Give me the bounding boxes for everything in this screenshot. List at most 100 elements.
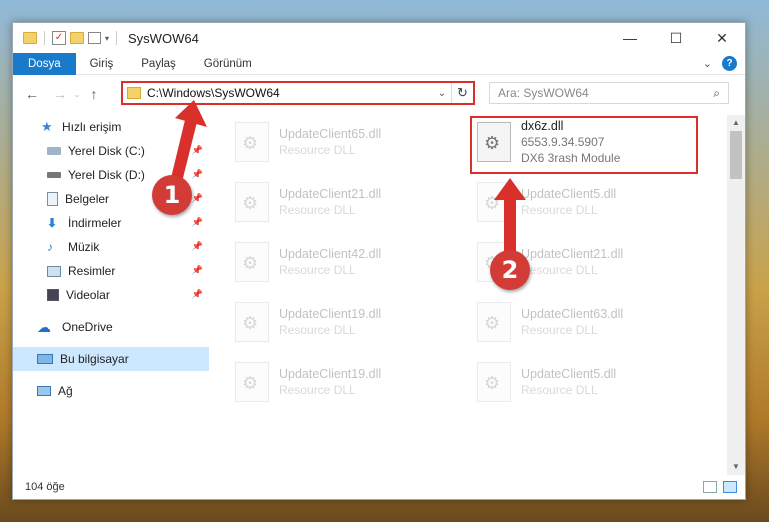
sidebar-item-label: İndirmeler <box>68 216 122 230</box>
qat-dropdown-icon[interactable]: ▾ <box>105 34 109 43</box>
sidebar-item-music[interactable]: ♪ Müzik 📌 <box>13 235 209 259</box>
dll-file-icon <box>235 362 269 402</box>
tab-file[interactable]: Dosya <box>13 52 76 75</box>
pin-icon[interactable]: 📌 <box>192 241 203 252</box>
refresh-button[interactable]: ↻ <box>451 83 473 103</box>
scroll-thumb[interactable] <box>730 131 742 179</box>
close-button[interactable]: ✕ <box>699 23 745 53</box>
folder-icon <box>127 87 141 99</box>
explorer-window: ✓ ▾ SysWOW64 — ☐ ✕ Dosya Giriş Paylaş Gö… <box>12 22 746 500</box>
music-icon: ♪ <box>47 240 53 254</box>
new-folder-icon[interactable] <box>70 32 84 44</box>
ribbon-tabs: Dosya Giriş Paylaş Görünüm ⌄ ? <box>13 52 745 75</box>
file-list: UpdateClient65.dllResource DLL UpdateCli… <box>211 115 724 475</box>
dll-file-icon <box>235 302 269 342</box>
highlight-box <box>470 116 698 174</box>
navigation-pane: ★ Hızlı erişim Yerel Disk (C:) 📌 Yerel D… <box>13 115 209 475</box>
tab-home[interactable]: Giriş <box>76 53 128 75</box>
documents-icon <box>47 192 58 206</box>
address-path[interactable]: C:\Windows\SysWOW64 <box>147 86 433 100</box>
window-controls: — ☐ ✕ <box>607 23 745 53</box>
list-item[interactable]: UpdateClient5.dllResource DLL <box>471 177 701 227</box>
dll-file-icon <box>235 182 269 222</box>
network-icon <box>37 386 51 396</box>
cloud-icon: ☁ <box>37 319 51 335</box>
pin-icon[interactable]: 📌 <box>192 193 203 204</box>
computer-icon <box>37 354 53 364</box>
search-icon[interactable]: ⌕ <box>713 86 720 101</box>
sidebar-item-quick-access[interactable]: ★ Hızlı erişim <box>13 115 209 139</box>
dll-file-icon <box>477 362 511 402</box>
sidebar-item-label: Yerel Disk (C:) <box>68 144 145 158</box>
up-button[interactable]: ↑ <box>83 86 105 102</box>
download-icon: ⬇ <box>47 216 58 230</box>
search-placeholder: Ara: SysWOW64 <box>498 86 589 100</box>
sidebar-item-onedrive[interactable]: ☁ OneDrive <box>13 315 209 339</box>
sidebar-item-videos[interactable]: Videolar 📌 <box>13 283 209 307</box>
customize-icon[interactable] <box>88 32 101 44</box>
pin-icon[interactable]: 📌 <box>192 265 203 276</box>
list-item[interactable]: UpdateClient42.dllResource DLL <box>229 237 459 287</box>
title-bar: ✓ ▾ SysWOW64 — ☐ ✕ <box>13 23 745 53</box>
navigation-bar: ← → ⌄ ↑ C:\Windows\SysWOW64 ⌄ ↻ Ara: Sys… <box>13 78 745 110</box>
annotation-badge-1: 1 <box>152 175 192 215</box>
vertical-scrollbar[interactable]: ▲ ▼ <box>727 115 745 475</box>
recent-dropdown-icon[interactable]: ⌄ <box>71 90 83 99</box>
tab-share[interactable]: Paylaş <box>127 53 190 75</box>
sidebar-item-label: Belgeler <box>65 192 110 206</box>
sidebar-item-this-pc[interactable]: Bu bilgisayar <box>13 347 209 371</box>
dll-file-icon <box>235 242 269 282</box>
tiles-view-icon[interactable] <box>723 481 737 493</box>
item-count: 104 öğe <box>25 481 65 493</box>
pictures-icon <box>47 265 61 277</box>
sidebar-item-downloads[interactable]: ⬇ İndirmeler 📌 <box>13 211 209 235</box>
sidebar-item-label: Hızlı erişim <box>62 120 122 134</box>
dll-file-icon <box>477 302 511 342</box>
drive-icon <box>47 172 61 178</box>
sidebar-item-label: Yerel Disk (D:) <box>68 168 145 182</box>
sidebar-item-label: Videolar <box>66 288 110 302</box>
chevron-down-icon[interactable]: ⌄ <box>703 57 712 70</box>
list-item[interactable]: UpdateClient65.dllResource DLL <box>229 117 459 167</box>
list-item[interactable]: UpdateClient63.dllResource DLL <box>471 297 701 347</box>
list-item[interactable]: UpdateClient19.dllResource DLL <box>229 297 459 347</box>
status-bar: 104 öğe <box>13 475 745 499</box>
search-input[interactable]: Ara: SysWOW64 ⌕ <box>489 82 729 104</box>
sidebar-item-label: Ağ <box>58 384 73 398</box>
minimize-button[interactable]: — <box>607 23 653 53</box>
sidebar-item-label: Müzik <box>68 240 100 254</box>
videos-icon <box>47 289 59 301</box>
pin-icon[interactable]: 📌 <box>192 169 203 180</box>
sidebar-item-pictures[interactable]: Resimler 📌 <box>13 259 209 283</box>
dll-file-icon <box>235 122 269 162</box>
sidebar-item-label: Resimler <box>68 264 116 278</box>
address-bar[interactable]: C:\Windows\SysWOW64 ⌄ ↻ <box>121 81 475 105</box>
help-icon[interactable]: ? <box>722 56 737 71</box>
drive-icon <box>47 147 61 155</box>
scroll-up-icon[interactable]: ▲ <box>727 115 745 131</box>
quick-access-toolbar: ✓ ▾ <box>23 31 120 45</box>
folder-icon <box>23 32 37 44</box>
list-item[interactable]: UpdateClient21.dllResource DLL <box>229 177 459 227</box>
sidebar-item-disk-c[interactable]: Yerel Disk (C:) 📌 <box>13 139 209 163</box>
maximize-button[interactable]: ☐ <box>653 23 699 53</box>
forward-button[interactable]: → <box>49 86 71 102</box>
tab-view[interactable]: Görünüm <box>190 53 266 75</box>
star-icon: ★ <box>41 119 53 134</box>
pin-icon[interactable]: 📌 <box>192 289 203 300</box>
list-item[interactable]: UpdateClient19.dllResource DLL <box>229 357 459 407</box>
sidebar-item-label: OneDrive <box>62 320 113 334</box>
list-item[interactable]: UpdateClient5.dllResource DLL <box>471 357 701 407</box>
address-dropdown-icon[interactable]: ⌄ <box>433 88 451 99</box>
annotation-badge-2: 2 <box>490 250 530 290</box>
dll-file-icon <box>477 182 511 222</box>
sidebar-item-label: Bu bilgisayar <box>60 352 129 366</box>
pin-icon[interactable]: 📌 <box>192 217 203 228</box>
back-button[interactable]: ← <box>21 86 43 102</box>
details-view-icon[interactable] <box>703 481 717 493</box>
window-title: SysWOW64 <box>128 30 199 46</box>
scroll-down-icon[interactable]: ▼ <box>727 459 745 475</box>
pin-icon[interactable]: 📌 <box>192 145 203 156</box>
properties-check-icon[interactable]: ✓ <box>52 31 66 45</box>
sidebar-item-network[interactable]: Ağ <box>13 379 209 403</box>
